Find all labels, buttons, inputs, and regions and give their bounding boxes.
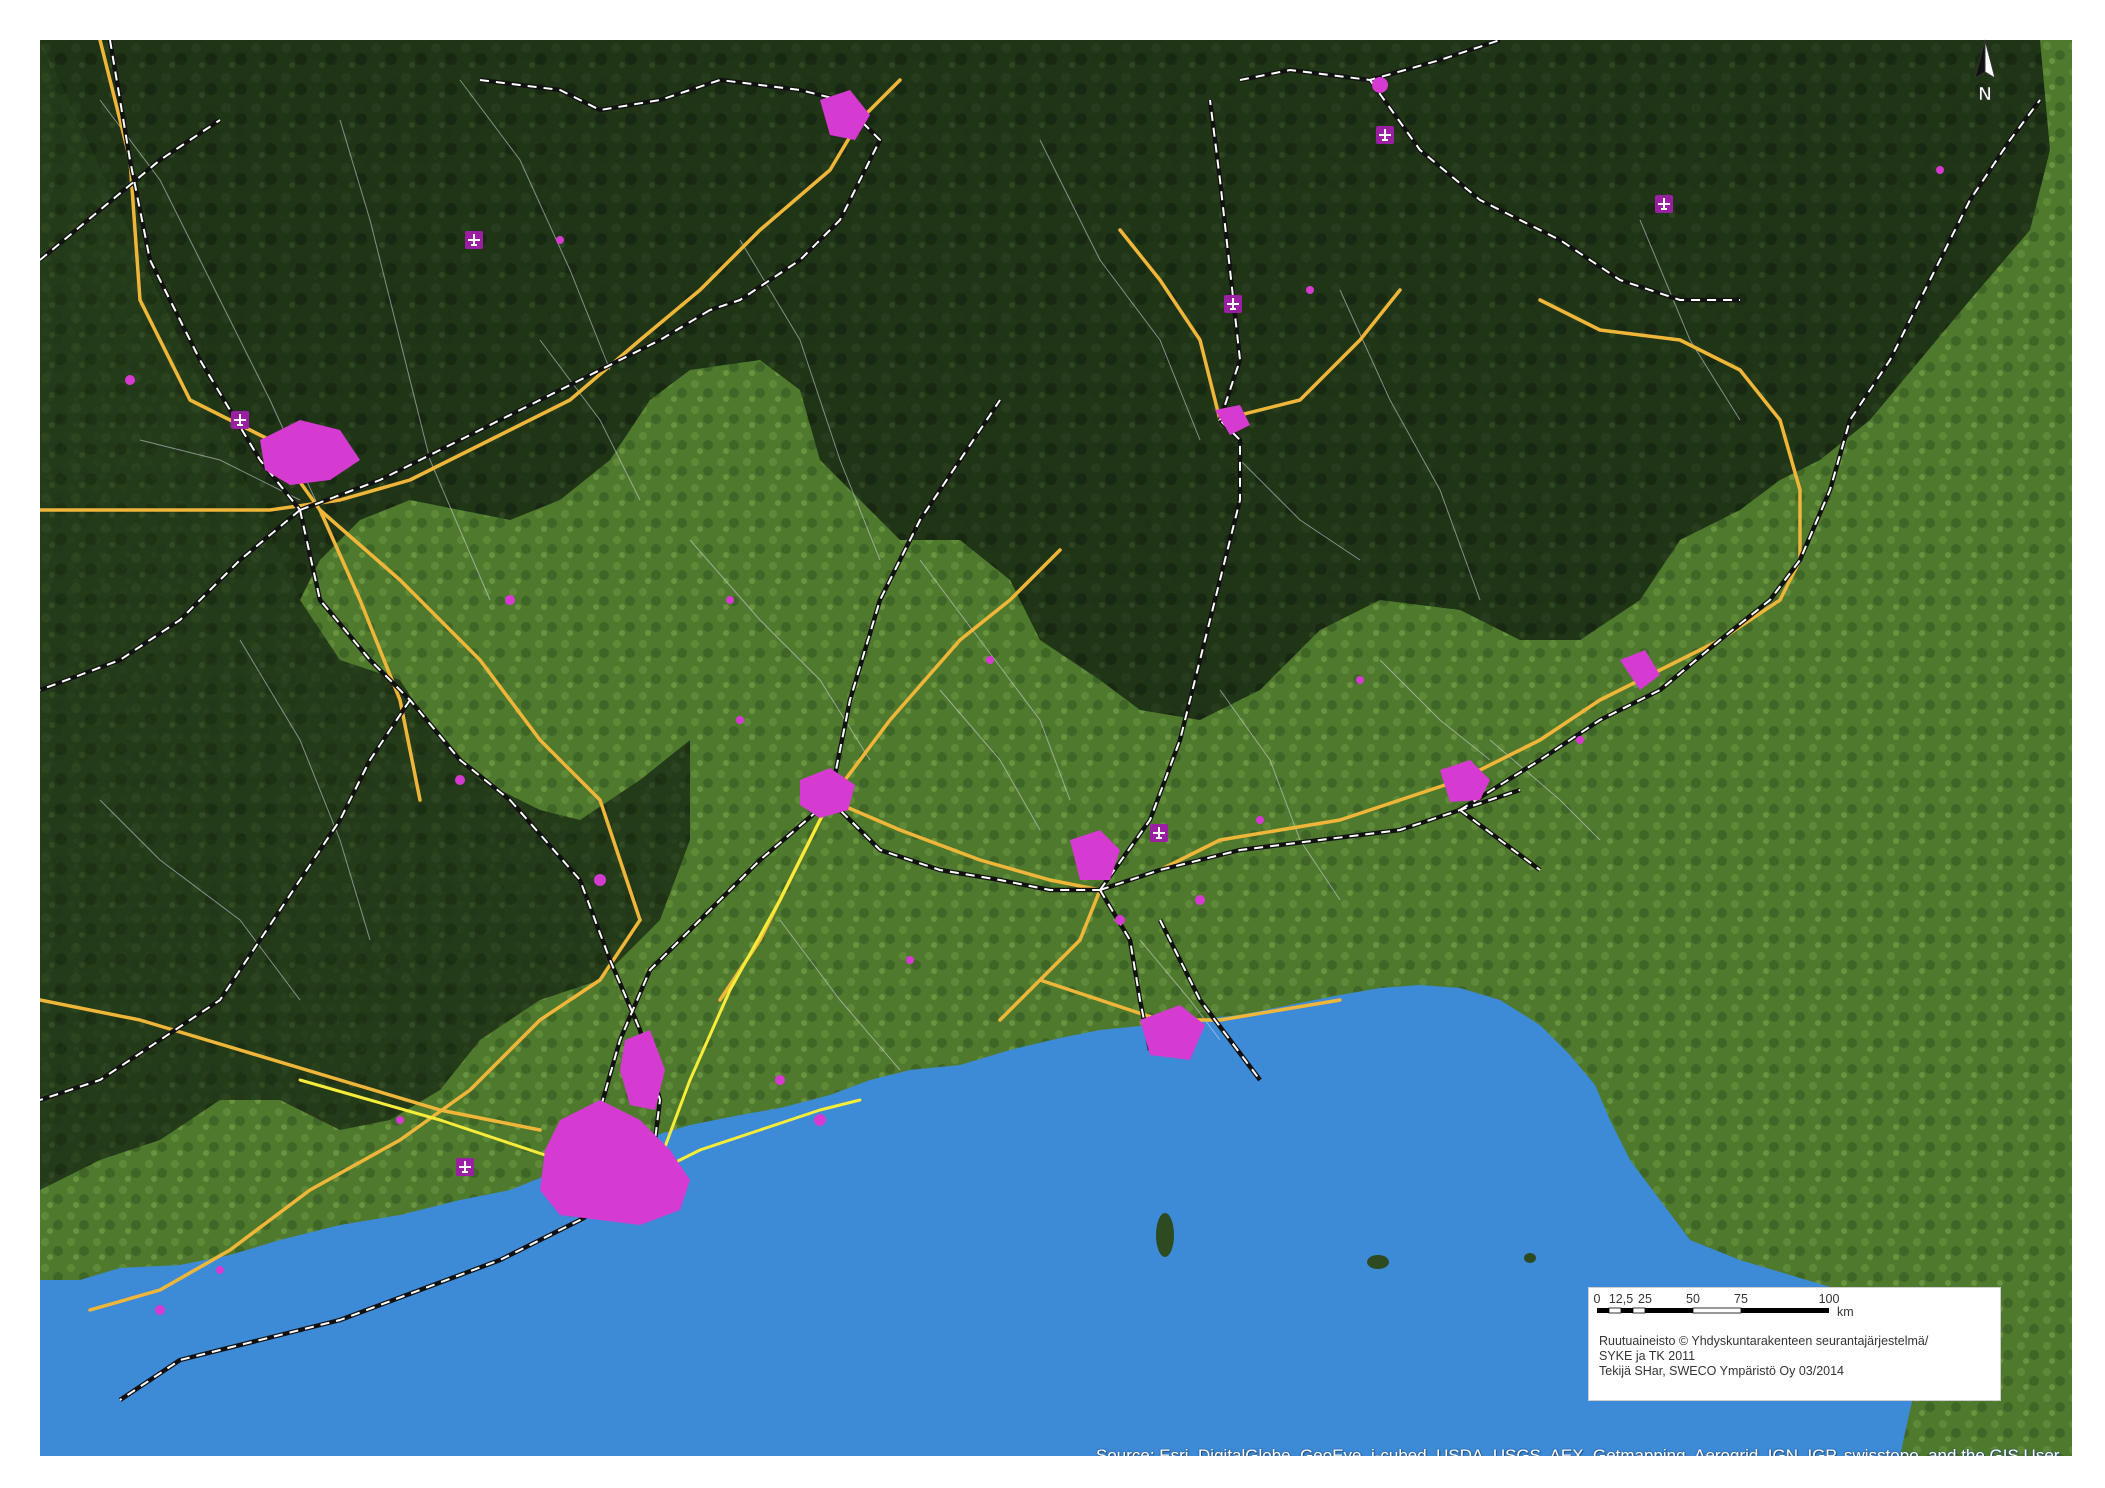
airport-icon — [465, 231, 483, 249]
north-arrow: N — [1970, 38, 2000, 118]
map-frame[interactable]: Source: Esri, DigitalGlobe, GeoEye, i-cu… — [40, 40, 2072, 1456]
airport-icon — [456, 1158, 474, 1176]
scale-tick-label: 50 — [1686, 1292, 1700, 1306]
scale-and-credits-box: 0 12,5 25 50 75 100 km Ruutuaineisto © Y… — [1588, 1287, 2001, 1401]
airport-icon — [1655, 195, 1673, 213]
airport-icon — [1150, 824, 1168, 842]
scale-tick-label: 75 — [1734, 1292, 1748, 1306]
airport-icon — [1376, 126, 1394, 144]
island — [1367, 1255, 1389, 1269]
scale-tick-label: 0 — [1594, 1292, 1601, 1306]
scale-tick-label: 100 — [1819, 1292, 1840, 1306]
airport-icon — [231, 411, 249, 429]
credit-line-1: Ruutuaineisto © Yhdyskuntarakenteen seur… — [1599, 1334, 1929, 1348]
island — [1524, 1253, 1536, 1263]
credit-line-2: SYKE ja TK 2011 — [1599, 1349, 1696, 1363]
north-arrow-icon: N — [1974, 39, 1996, 104]
island — [1156, 1213, 1174, 1257]
credit-line-3: Tekijä SHar, SWECO Ympäristö Oy 03/2014 — [1599, 1364, 1845, 1378]
north-label: N — [1979, 84, 1992, 104]
scale-tick-label: 12,5 — [1609, 1292, 1633, 1306]
scale-unit: km — [1837, 1305, 1854, 1319]
airport-icon — [1224, 295, 1242, 313]
satellite-map[interactable] — [40, 40, 2072, 1456]
source-credit: Source: Esri, DigitalGlobe, GeoEye, i-cu… — [1096, 1446, 2060, 1456]
scale-tick-label: 25 — [1638, 1292, 1652, 1306]
